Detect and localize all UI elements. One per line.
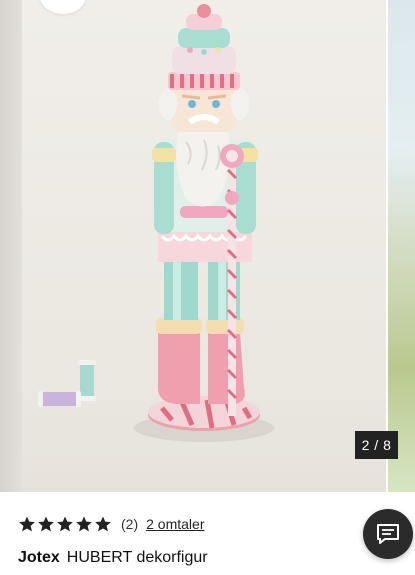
star-icon (57, 516, 73, 532)
review-count: (2) (121, 516, 139, 532)
product-brand[interactable]: Jotex (18, 549, 60, 566)
nutcracker-figure-illustration (38, 4, 274, 442)
star-icon (95, 516, 111, 532)
chat-button[interactable] (363, 509, 413, 559)
rating-stars (18, 515, 112, 533)
chat-bubble-icon (377, 524, 399, 544)
image-counter: 2 / 8 (355, 431, 398, 459)
reviews-link[interactable]: 2 omtaler (146, 516, 204, 532)
product-image-gallery[interactable]: 2 / 8 (0, 0, 415, 492)
star-icon (19, 516, 35, 532)
product-name: HUBERT dekorfigur (66, 549, 208, 566)
star-icon (38, 516, 54, 532)
previous-image-peek[interactable] (0, 0, 22, 492)
product-title: Jotex HUBERT dekorfigur (18, 549, 208, 567)
product-image[interactable] (22, 0, 386, 492)
star-icon (76, 516, 92, 532)
next-image-peek[interactable] (388, 0, 415, 492)
rating-row: (2) 2 omtaler (18, 514, 204, 534)
